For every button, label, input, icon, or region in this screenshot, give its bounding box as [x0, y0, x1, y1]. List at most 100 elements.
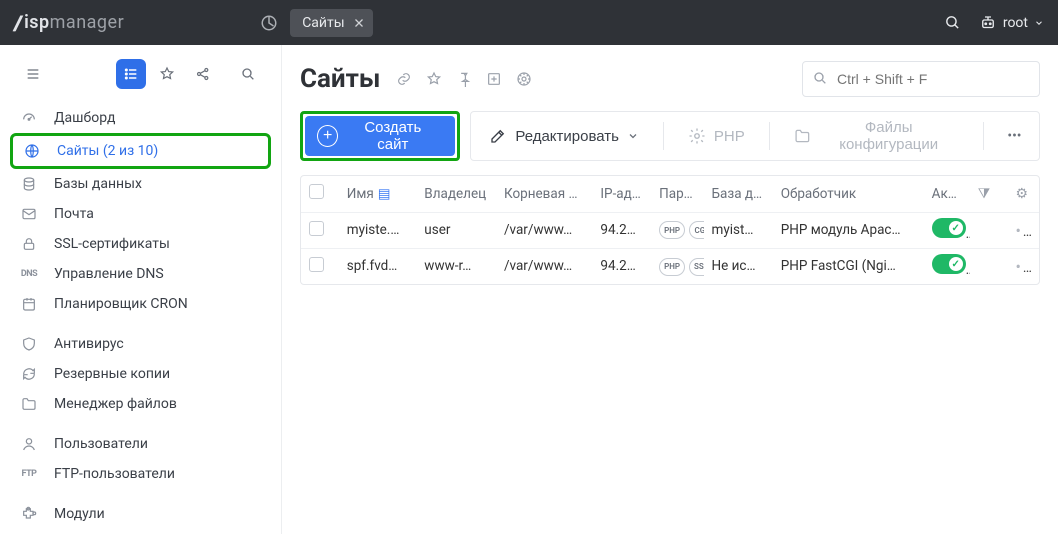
- config-files-button[interactable]: Файлы конфигурации: [780, 116, 973, 156]
- list-view-icon[interactable]: [116, 59, 146, 89]
- col-handler[interactable]: Обработчик: [773, 176, 924, 212]
- cell-name: spf.fvd…: [339, 248, 417, 284]
- sidebar-item[interactable]: Сайты (2 из 10): [10, 133, 271, 169]
- col-root[interactable]: Корневая д…: [496, 176, 592, 212]
- chevron-down-icon: [1034, 18, 1044, 28]
- php-label: PHP: [714, 128, 745, 145]
- create-site-button[interactable]: + Создать сайт: [305, 116, 455, 156]
- lock-icon: [20, 235, 38, 253]
- row-checkbox[interactable]: [309, 221, 324, 236]
- sidebar-item-label: Модули: [54, 506, 105, 522]
- sidebar-item[interactable]: FTP FTP-пользователи: [0, 459, 281, 489]
- link-icon[interactable]: [396, 71, 412, 87]
- create-label: Создать сайт: [348, 119, 437, 153]
- sort-icon[interactable]: ▤: [378, 186, 391, 202]
- gauge-icon: [20, 109, 38, 127]
- ftp-icon: FTP: [20, 465, 38, 483]
- cell-root: /var/www…: [496, 248, 592, 284]
- cell-db: myist…: [704, 212, 773, 248]
- highlight-create: + Создать сайт: [300, 111, 460, 161]
- sidebar-item[interactable]: Менеджер файлов: [0, 389, 281, 419]
- sidebar-item-label: Базы данных: [54, 176, 142, 192]
- folder-icon: [20, 395, 38, 413]
- edit-label: Редактировать: [515, 128, 619, 145]
- config-label: Файлы конфигурации: [818, 119, 958, 153]
- edit-button[interactable]: Редактировать: [475, 116, 653, 156]
- sidebar-item-label: Почта: [54, 206, 94, 222]
- row-menu[interactable]: •••: [1016, 257, 1038, 276]
- search-icon: [812, 70, 828, 86]
- new-window-icon[interactable]: [486, 71, 502, 87]
- sidebar-item[interactable]: Модули: [0, 499, 281, 529]
- col-name[interactable]: Имя: [347, 186, 374, 202]
- search-input[interactable]: [802, 61, 1040, 97]
- star-icon[interactable]: [152, 59, 182, 89]
- sidebar-item[interactable]: Пользователи: [0, 429, 281, 459]
- cell-params: PHPCGI: [651, 212, 703, 248]
- cell-owner: www-r…: [416, 248, 496, 284]
- sidebar: Дашборд Сайты (2 из 10) Базы данных Почта SS…: [0, 45, 282, 534]
- database-icon: [20, 175, 38, 193]
- filter-icon[interactable]: ⧩: [978, 186, 991, 202]
- brand-logo[interactable]: // ispmanager: [14, 11, 124, 35]
- page-title: Сайты: [300, 64, 380, 94]
- sidebar-item[interactable]: Антивирус: [0, 329, 281, 359]
- sidebar-item[interactable]: Почта: [0, 199, 281, 229]
- sidebar-item[interactable]: DNSУправление DNS: [0, 259, 281, 289]
- user-label: root: [1003, 15, 1028, 31]
- sidebar-item[interactable]: Базы данных: [0, 169, 281, 199]
- sidebar-item[interactable]: SSL-сертификаты: [0, 229, 281, 259]
- sidebar-item[interactable]: Резервные копии: [0, 359, 281, 389]
- refresh-icon: [20, 365, 38, 383]
- sites-table: Имя▤ Владелец Корневая д… IP-ад… Пар… Ба…: [301, 176, 1039, 284]
- shield-icon: [20, 335, 38, 353]
- table-row[interactable]: myiste.…user/var/www…94.2…PHPCGImyist…PH…: [301, 212, 1039, 248]
- sidebar-item[interactable]: Планировщик CRON: [0, 289, 281, 319]
- stats-icon[interactable]: [252, 9, 286, 37]
- sidebar-item-label: Антивирус: [54, 336, 124, 352]
- row-checkbox[interactable]: [309, 257, 324, 272]
- settings-icon[interactable]: ⚙: [1016, 186, 1029, 202]
- cell-handler: PHP модуль Apac…: [773, 212, 924, 248]
- brand-suffix: manager: [50, 12, 125, 33]
- col-ip[interactable]: IP-ад…: [592, 176, 651, 212]
- help-icon[interactable]: [516, 71, 532, 87]
- tab-sites[interactable]: Сайты: [290, 9, 372, 37]
- php-button[interactable]: PHP: [674, 116, 759, 156]
- search-icon[interactable]: [944, 14, 961, 31]
- sidebar-item[interactable]: Дашборд: [0, 103, 281, 133]
- search-input-wrap: [802, 61, 1040, 97]
- hamburger-icon[interactable]: [18, 59, 48, 89]
- active-toggle[interactable]: [932, 254, 966, 274]
- more-menu[interactable]: •••: [994, 116, 1035, 156]
- active-toggle[interactable]: [932, 218, 966, 238]
- robot-icon: [979, 14, 997, 32]
- col-owner[interactable]: Владелец: [416, 176, 496, 212]
- col-par[interactable]: Пар…: [651, 176, 703, 212]
- share-icon[interactable]: [188, 59, 218, 89]
- sidebar-item-label: Резервные копии: [54, 366, 170, 382]
- select-all-checkbox[interactable]: [309, 184, 324, 199]
- sidebar-search-icon[interactable]: [233, 59, 263, 89]
- globe-icon: [23, 142, 41, 160]
- cell-db: Не ис…: [704, 248, 773, 284]
- cell-name: myiste.…: [339, 212, 417, 248]
- col-active[interactable]: Акт…: [924, 176, 970, 212]
- gear-icon: [688, 127, 706, 145]
- cell-handler: PHP FastCGI (Ngi…: [773, 248, 924, 284]
- row-menu[interactable]: •••: [1016, 221, 1038, 240]
- cell-params: PHPSSL: [651, 248, 703, 284]
- sidebar-item-label: Управление DNS: [54, 266, 164, 282]
- puzzle-icon: [20, 505, 38, 523]
- cell-owner: user: [416, 212, 496, 248]
- sidebar-item-label: Дашборд: [54, 110, 115, 126]
- col-db[interactable]: База д…: [704, 176, 773, 212]
- pin-icon[interactable]: [456, 71, 472, 87]
- table-row[interactable]: spf.fvd…www-r…/var/www…94.2…PHPSSLНе ис……: [301, 248, 1039, 284]
- chevron-down-icon: [627, 130, 639, 142]
- sidebar-item-label: Менеджер файлов: [54, 396, 177, 412]
- user-menu[interactable]: root: [979, 14, 1044, 32]
- sidebar-item-label: FTP-пользователи: [54, 466, 175, 482]
- close-icon[interactable]: [353, 17, 365, 29]
- star-outline-icon[interactable]: [426, 71, 442, 87]
